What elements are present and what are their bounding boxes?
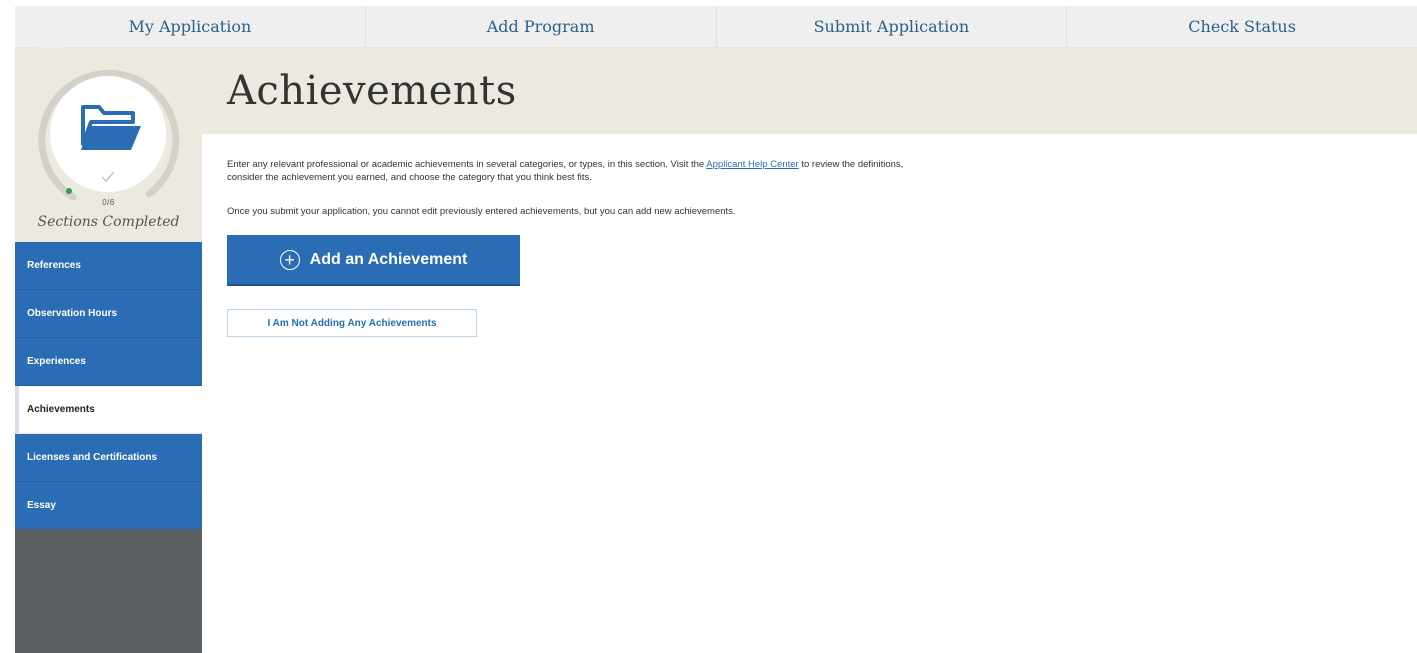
add-achievement-button[interactable]: + Add an Achievement: [227, 235, 520, 284]
page-header: Achievements: [202, 48, 1417, 134]
sections-count: 0/6: [102, 198, 115, 207]
sidebar-item-references[interactable]: References: [15, 242, 202, 290]
tab-my-application[interactable]: My Application: [15, 6, 366, 58]
intro-text-part1: Enter any relevant professional or acade…: [227, 159, 707, 170]
page-title: Achievements: [227, 68, 517, 114]
sidebar-item-achievements[interactable]: Achievements: [15, 386, 202, 434]
progress-start-dot: [66, 188, 72, 194]
sidebar-item-observation-hours[interactable]: Observation Hours: [15, 290, 202, 338]
tab-check-status[interactable]: Check Status: [1067, 6, 1417, 47]
sidebar-filler: [15, 529, 202, 653]
top-navigation: My Application Add Program Submit Applic…: [15, 6, 1417, 58]
sections-completed-caption: Sections Completed: [37, 214, 180, 230]
applicant-help-center-link[interactable]: Applicant Help Center: [706, 159, 798, 170]
not-adding-achievements-button[interactable]: I Am Not Adding Any Achievements: [227, 309, 477, 337]
add-achievement-label: Add an Achievement: [309, 250, 468, 268]
plus-circle-icon: +: [279, 249, 300, 270]
tab-add-program[interactable]: Add Program: [366, 6, 717, 47]
edit-note: Once you submit your application, you ca…: [227, 206, 736, 217]
section-sidebar: References Observation Hours Experiences…: [15, 242, 202, 530]
intro-text: Enter any relevant professional or acade…: [227, 158, 927, 184]
sidebar-item-licenses-certifications[interactable]: Licenses and Certifications: [15, 434, 202, 482]
sidebar-item-experiences[interactable]: Experiences: [15, 338, 202, 386]
sidebar-item-essay[interactable]: Essay: [15, 482, 202, 530]
progress-ring: [38, 69, 180, 201]
tab-submit-application[interactable]: Submit Application: [717, 6, 1068, 47]
progress-panel: 0/6 Sections Completed: [15, 48, 202, 242]
